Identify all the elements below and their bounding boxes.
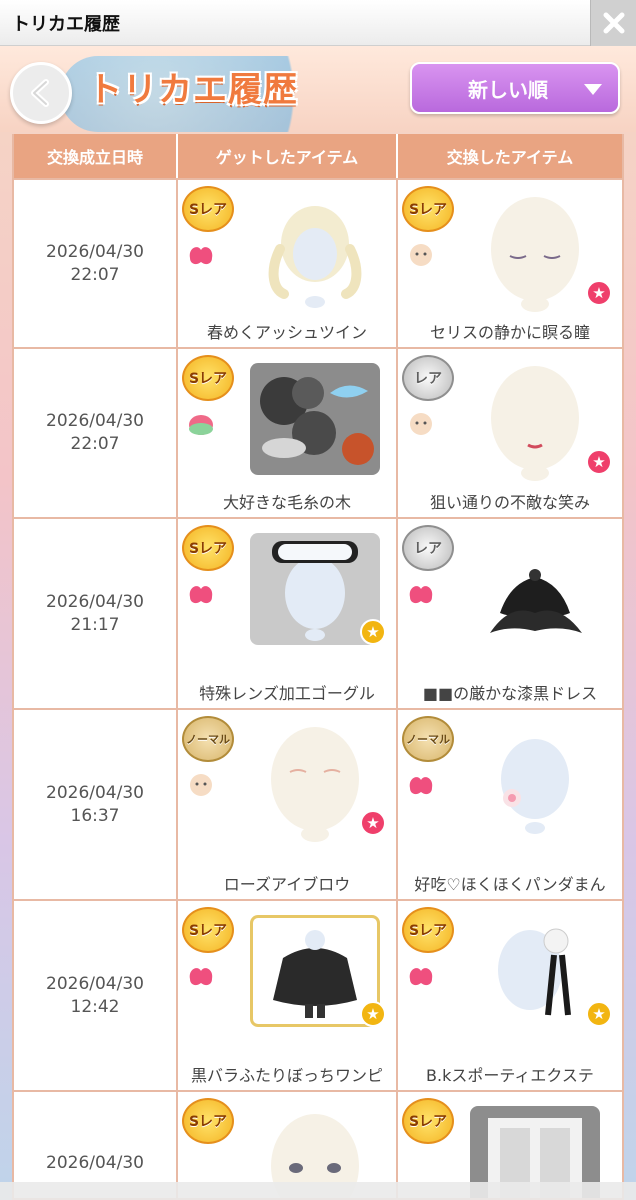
- item-name: 好吃♡ほくほくパンダまん: [414, 875, 606, 894]
- face-category-icon: [410, 413, 432, 435]
- item-name: 特殊レンズ加工ゴーグル: [199, 684, 375, 703]
- item-name: セリスの静かに瞑る瞳: [429, 323, 590, 342]
- chevron-down-icon: [584, 84, 602, 95]
- table-row: 2026/04/30 16:37 ノーマル ★ ローズアイブロウ ノーマル 好吃…: [14, 708, 622, 899]
- hair-category-icon: [409, 586, 433, 604]
- rarity-badge: Sレア: [182, 355, 234, 401]
- bottom-navigation-bar[interactable]: [0, 1182, 636, 1200]
- table-row: 2026/04/30 21:17 Sレア ★ 特殊レンズ加工ゴーグル レア ■■…: [14, 517, 622, 708]
- rarity-badge: Sレア: [182, 525, 234, 571]
- item-name: 春めくアッシュツイン: [206, 323, 367, 342]
- got-item-cell[interactable]: ノーマル ★ ローズアイブロウ: [178, 710, 398, 899]
- table-row: 2026/04/30 22:07 Sレア 大好きな毛糸の木 レア ★ 狙い通りの…: [14, 347, 622, 517]
- date-text: 2026/04/30: [46, 591, 144, 612]
- item-name: B.kスポーティエクステ: [426, 1066, 594, 1085]
- got-item-cell[interactable]: Sレア ★ 特殊レンズ加工ゴーグル: [178, 519, 398, 708]
- item-image-mouth: [470, 363, 600, 483]
- hair-category-icon: [189, 247, 213, 265]
- got-item-cell[interactable]: Sレア 大好きな毛糸の木: [178, 349, 398, 517]
- time-text: 16:37: [70, 805, 120, 826]
- rarity-badge: Sレア: [402, 907, 454, 953]
- gave-item-cell[interactable]: Sレア ★ セリスの静かに瞑る瞳: [398, 180, 622, 347]
- close-window-button[interactable]: [590, 0, 636, 46]
- date-text: 2026/04/30: [46, 973, 144, 994]
- item-image-dress: [470, 533, 600, 653]
- hair-category-icon: [189, 968, 213, 986]
- window-titlebar: トリカエ履歴: [0, 0, 636, 46]
- room-category-icon: [189, 415, 213, 435]
- rarity-badge: ノーマル: [402, 716, 454, 762]
- rarity-badge: ノーマル: [182, 716, 234, 762]
- exchange-date: 2026/04/30 16:37: [14, 710, 178, 899]
- time-text: 21:17: [70, 614, 120, 635]
- date-text: 2026/04/30: [46, 411, 144, 431]
- hair-category-icon: [409, 777, 433, 795]
- exchange-date: 2026/04/30 22:07: [14, 180, 178, 347]
- favorite-star-icon: ★: [586, 1001, 612, 1027]
- back-arrow-icon: [31, 79, 49, 107]
- time-text: 12:42: [70, 996, 120, 1017]
- exchange-date: 2026/04/30 21:17: [14, 519, 178, 708]
- gave-item-cell[interactable]: レア ■■の厳かな漆黒ドレス: [398, 519, 622, 708]
- date-text: 2026/04/30: [46, 1153, 144, 1173]
- column-header-got: ゲットしたアイテム: [178, 134, 398, 178]
- sort-label: 新しい順: [468, 77, 548, 102]
- history-table: 交換成立日時 ゲットしたアイテム 交換したアイテム 2026/04/30 22:…: [12, 134, 624, 1200]
- exchange-date: 2026/04/30 22:07: [14, 349, 178, 517]
- window-title: トリカエ履歴: [12, 14, 120, 35]
- rarity-badge: レア: [402, 355, 454, 401]
- rarity-badge: Sレア: [182, 907, 234, 953]
- item-name: ローズアイブロウ: [223, 875, 351, 894]
- face-category-icon: [410, 244, 432, 266]
- item-image-eyes: [470, 194, 600, 314]
- rarity-badge: レア: [402, 525, 454, 571]
- date-text: 2026/04/30: [46, 241, 144, 262]
- favorite-star-icon: ★: [360, 619, 386, 645]
- favorite-star-icon: ★: [586, 280, 612, 306]
- got-item-cell[interactable]: Sレア 春めくアッシュツイン: [178, 180, 398, 347]
- close-icon: [603, 12, 624, 34]
- favorite-star-icon: ★: [360, 810, 386, 836]
- item-image-yarn: [250, 363, 380, 475]
- table-row: 2026/04/30 22:07 Sレア 春めくアッシュツイン Sレア ★ セリ…: [14, 178, 622, 347]
- column-header-gave: 交換したアイテム: [446, 148, 574, 167]
- item-image-hair: [250, 194, 380, 314]
- rarity-badge: Sレア: [402, 186, 454, 232]
- time-text: 22:07: [70, 434, 120, 454]
- item-name: 黒バラふたりぼっちワンピ: [190, 1066, 383, 1085]
- face-category-icon: [190, 774, 212, 796]
- page-title: トリカエ履歴: [88, 70, 298, 110]
- exchange-date: 2026/04/30 12:42: [14, 901, 178, 1090]
- rarity-badge: Sレア: [182, 186, 234, 232]
- date-text: 2026/04/30: [46, 782, 144, 803]
- rarity-badge: Sレア: [182, 1098, 234, 1144]
- gave-item-cell[interactable]: ノーマル 好吃♡ほくほくパンダまん: [398, 710, 622, 899]
- column-header-date: 交換成立日時: [14, 134, 178, 178]
- item-name: 大好きな毛糸の木: [222, 493, 351, 512]
- favorite-star-icon: ★: [360, 1001, 386, 1027]
- sort-dropdown[interactable]: 新しい順: [410, 62, 620, 114]
- item-image-ext: [470, 915, 600, 1035]
- gave-item-cell[interactable]: Sレア ★ B.kスポーティエクステ: [398, 901, 622, 1090]
- time-text: 22:07: [70, 264, 120, 285]
- hair-category-icon: [189, 586, 213, 604]
- item-image-panda: [470, 724, 600, 844]
- item-name: 狙い通りの不敵な笑み: [429, 493, 590, 512]
- hair-category-icon: [409, 968, 433, 986]
- back-button[interactable]: [10, 62, 72, 124]
- got-item-cell[interactable]: Sレア ★ 黒バラふたりぼっちワンピ: [178, 901, 398, 1090]
- table-row: 2026/04/30 12:42 Sレア ★ 黒バラふたりぼっちワンピ Sレア …: [14, 899, 622, 1090]
- gave-item-cell[interactable]: レア ★ 狙い通りの不敵な笑み: [398, 349, 622, 517]
- item-name: ■■の厳かな漆黒ドレス: [422, 684, 598, 703]
- favorite-star-icon: ★: [586, 449, 612, 475]
- rarity-badge: Sレア: [402, 1098, 454, 1144]
- table-header: 交換成立日時 ゲットしたアイテム 交換したアイテム: [14, 134, 622, 178]
